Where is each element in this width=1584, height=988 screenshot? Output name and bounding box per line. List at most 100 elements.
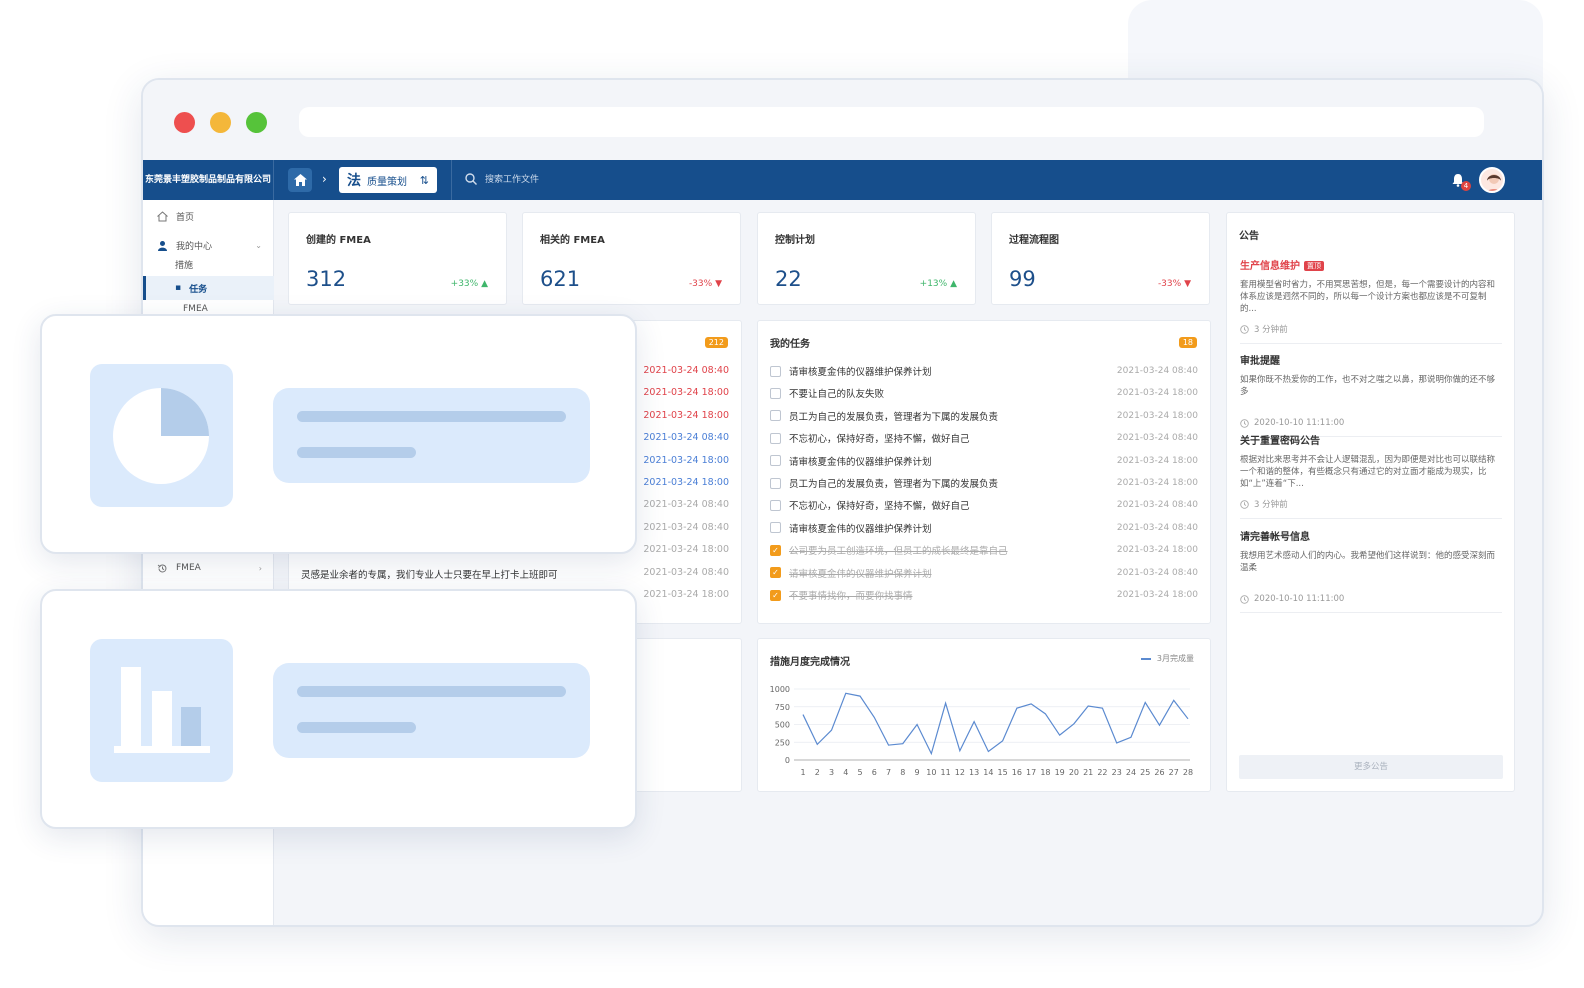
notice-time: 2020-10-10 11:11:00 [1240,594,1502,604]
notice-title: 生产信息维护 置顶 [1240,257,1502,272]
y-tick-label: 250 [775,738,790,747]
list-item-time: 2021-03-24 18:00 [643,387,729,399]
more-notices-button[interactable]: 更多公告 [1239,755,1503,779]
notice-body: 我想用艺术感动人们的内心。我希望他们这样说到：他的感受深刻而温柔 [1240,551,1496,573]
chevron-right-icon: › [258,563,262,573]
search-box[interactable]: 搜索工作文件 [465,172,539,185]
task-row[interactable]: 请审核夏金伟的仪器维护保养计划 2021-03-24 08:40 [770,520,1198,536]
sidebar-item-measures[interactable]: 措施 [143,252,274,276]
task-date: 2021-03-24 18:00 [1116,410,1198,421]
sidebar-item-home[interactable]: 首页 [143,204,274,228]
task-checkbox[interactable] [770,432,781,444]
notice-time: 2020-10-10 11:11:00 [1240,418,1502,428]
task-row[interactable]: 员工为自己的发展负责，管理者为下属的发展负责 2021-03-24 18:00 [770,408,1198,424]
x-tick-label: 14 [983,768,993,777]
notice-item[interactable]: 请完善帐号信息 我想用艺术感动人们的内心。我希望他们这样说到：他的感受深刻而温柔 2… [1240,528,1502,613]
notice-item[interactable]: 生产信息维护 置顶套用模型省时省力，不用冥思苦想，但是，每一个需要设计的内容和体系… [1240,257,1502,344]
header-divider [451,160,452,200]
stat-label: 过程流程图 [1009,235,1059,246]
bullet-icon: ▪ [175,283,182,293]
home-icon [293,174,307,186]
series-line [802,692,1189,756]
notice-time-text: 2020-10-10 11:11:00 [1254,594,1345,604]
task-row[interactable]: 员工为自己的发展负责，管理者为下属的发展负责 2021-03-24 18:00 [770,475,1198,491]
stat-value: 621 [540,267,581,291]
task-checkbox[interactable]: ✓ [770,544,781,556]
list-item-text[interactable]: 灵感是业余者的专属，我们专业人士只要在早上打卡上班即可 [301,567,558,581]
avatar[interactable] [1479,167,1505,193]
x-tick-label: 4 [843,768,848,777]
close-window-button[interactable] [174,112,195,133]
stat-value: 99 [1009,267,1036,291]
task-checkbox[interactable] [770,522,781,534]
notice-body: 如果你既不热爱你的工作，也不对之嗤之以鼻，那说明你做的还不够多 [1240,375,1496,397]
notice-item[interactable]: 关于重置密码公告 根据对比来思考并不会让人逻辑混乱，因为即便是对比也可以联结称一个… [1240,432,1502,519]
stat-card-process-flow[interactable]: 过程流程图 99 -33% ▼ [991,212,1210,305]
list-item-time: 2021-03-24 08:40 [643,521,729,533]
address-bar[interactable] [299,107,1484,137]
task-checkbox[interactable]: ✓ [770,567,781,579]
x-tick-label: 3 [829,768,834,777]
module-switcher[interactable]: 法 质量策划 ⇅ [339,167,437,193]
task-row[interactable]: ✓ 请审核夏金伟的仪器维护保养计划 2021-03-24 08:40 [770,565,1198,581]
maximize-window-button[interactable] [246,112,267,133]
placeholder-panel [273,388,590,483]
minimize-window-button[interactable] [210,112,231,133]
sidebar-item-tasks[interactable]: ▪ 任务 [143,276,274,300]
task-checkbox[interactable] [770,365,781,377]
notice-time-text: 3 分钟前 [1254,325,1288,335]
x-tick-label: 6 [872,768,877,777]
card-title: 公告 [1239,231,1259,242]
x-tick-label: 15 [998,768,1008,777]
notice-item[interactable]: 审批提醒如果你既不热爱你的工作，也不对之嗤之以鼻，那说明你做的还不够多 2020-… [1240,352,1502,437]
notice-body: 套用模型省时省力，不用冥思苦想，但是，每一个需要设计的内容和体系应该是迥然不同的… [1240,280,1496,314]
placeholder-bar [297,411,566,422]
notice-body: 根据对比来思考并不会让人逻辑混乱，因为即便是对比也可以联结称一个和谐的整体，有些… [1240,455,1496,489]
bar-chart-icon-tile [90,639,233,782]
task-row[interactable]: 不忘初心，保持好奇，坚持不懈，做好自己 2021-03-24 08:40 [770,430,1198,446]
home-button[interactable] [288,168,312,192]
task-checkbox[interactable] [770,387,781,399]
home-outline-icon [157,210,168,221]
task-checkbox[interactable]: ✓ [770,589,781,601]
chart-card: 措施月度完成情况 3月完成量 0 250 500 750 1000 1 2 3 4 5 6 7 8 9 10… [757,638,1211,792]
bar-chart-icon [114,667,210,753]
card-title: 我的任务 [770,339,810,350]
stat-card-control-plan[interactable]: 控制计划 22 +13% ▲ [757,212,976,305]
clock-icon [1240,499,1249,509]
notice-card: 公告 更多公告 生产信息维护 置顶套用模型省时省力，不用冥思苦想，但是，每一个需要… [1226,212,1515,792]
task-date: 2021-03-24 18:00 [1116,455,1198,466]
task-checkbox[interactable] [770,410,781,422]
task-checkbox[interactable] [770,455,781,467]
task-row[interactable]: ✓ 不要事情找你，而要你找事情 2021-03-24 18:00 [770,587,1198,603]
company-name: 东莞景丰塑胶制品制品有限公司 [143,160,274,200]
placeholder-bar [297,686,566,697]
notification-button[interactable]: 4 [1451,172,1471,191]
task-row[interactable]: 请审核夏金伟的仪器维护保养计划 2021-03-24 08:40 [770,363,1198,379]
stat-change: -33% ▼ [1157,279,1191,289]
x-tick-label: 5 [857,768,862,777]
task-text: 不忘初心，保持好奇，坚持不懈，做好自己 [789,501,970,513]
x-tick-label: 16 [1012,768,1022,777]
task-row[interactable]: 不忘初心，保持好奇，坚持不懈，做好自己 2021-03-24 08:40 [770,497,1198,513]
notice-title-text: 生产信息维护 [1240,261,1300,272]
notice-title-text: 审批提醒 [1240,356,1280,367]
stat-card-created-fmea[interactable]: 创建的 FMEA 312 +33% ▲ [288,212,507,305]
placeholder-bar [297,722,416,733]
list-item-time: 2021-03-24 08:40 [643,432,729,444]
line-chart: 025050075010001 2 3 4 5 6 7 8 9 10 11 12 13 14 15 16 17 1… [770,685,1193,777]
task-row[interactable]: ✓ 公司要为员工创造环境，但员工的成长最终是靠自己 2021-03-24 18:00 [770,542,1198,558]
task-checkbox[interactable] [770,499,781,511]
task-checkbox[interactable] [770,477,781,489]
sidebar-item-fmea[interactable]: FMEA › [143,556,274,580]
task-row[interactable]: 请审核夏金伟的仪器维护保养计划 2021-03-24 18:00 [770,453,1198,469]
pie-chart-icon [113,388,209,484]
clock-icon [1240,594,1249,604]
sidebar-item-label: 首页 [176,212,195,223]
task-row[interactable]: 不要让自己的队友失败 2021-03-24 18:00 [770,385,1198,401]
stat-card-related-fmea[interactable]: 相关的 FMEA 621 -33% ▼ [522,212,741,305]
task-date: 2021-03-24 08:40 [1116,522,1198,533]
sidebar-item-label: FMEA [183,304,208,314]
task-text: 不要事情找你，而要你找事情 [789,591,913,602]
y-tick-label: 500 [775,721,790,730]
